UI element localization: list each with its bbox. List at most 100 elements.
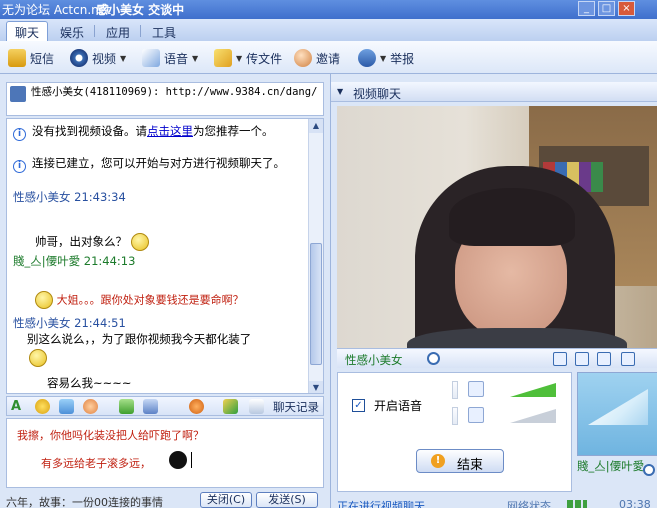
game-icon[interactable] [223, 399, 238, 414]
video-dropdown-icon[interactable]: ▼ [120, 54, 126, 63]
watermark-text: 无为论坛 Actcn.net [2, 3, 111, 17]
message-body: 大姐。。。跟你处对象要钱还是要命啊？ [56, 293, 244, 307]
self-video-preview[interactable] [577, 372, 657, 456]
shake-icon[interactable] [83, 399, 98, 414]
voice-label: 语音 [164, 51, 189, 66]
message-input[interactable]: 我擦，你他吗化装没把人给吓跑了啊？ 有多远给老子滚多远， [6, 418, 324, 488]
history-button[interactable]: 聊天记录 [273, 399, 319, 415]
chat-history[interactable]: i 没有找到视频设备。请点击这里为您推荐一个。 i 连接已建立，您可以开始与对方进行… [6, 118, 324, 394]
end-video-button[interactable]: ! 结束 [416, 449, 504, 473]
message-text: 别这么说么，，为了跟你视频我今天都化装了 [27, 332, 252, 346]
report-button[interactable]: ▼ 举报 [358, 47, 414, 69]
window-title: 感小美女 交谈中 [96, 3, 185, 17]
screenshot-icon[interactable] [143, 399, 158, 414]
file-transfer-label: 传文件 [246, 51, 283, 66]
tab-apps[interactable]: 应用 [98, 22, 138, 41]
scroll-down-icon[interactable]: ▼ [309, 381, 323, 393]
file-transfer-icon [214, 49, 232, 67]
info-icon: i [13, 128, 26, 141]
file-dropdown-icon[interactable]: ▼ [236, 54, 242, 63]
video-panel-header: ▼ 视频聊天 [331, 82, 657, 102]
input-text-line: 有多远给老子滚多远， [41, 457, 151, 470]
self-preview-logo [588, 389, 648, 425]
maximize-button[interactable]: □ [598, 1, 615, 16]
embarrassed-emoticon-icon [29, 349, 47, 367]
tab-entertainment[interactable]: 娱乐 [52, 22, 92, 41]
shy-emoticon-icon [35, 291, 53, 309]
history-icon[interactable] [249, 399, 264, 414]
speaker-volume-slider[interactable] [510, 383, 556, 397]
report-dropdown-icon[interactable]: ▼ [380, 54, 386, 63]
magic-emoticon-icon[interactable] [59, 399, 74, 414]
send-button[interactable]: 发送(S) [256, 492, 318, 508]
toolbar: 短信 视频 ▼ 语音 ▼ ▼ 传文件 邀请 ▼ 举报 [0, 41, 657, 74]
speaker-icon[interactable] [468, 381, 484, 397]
voice-dropdown-icon[interactable]: ▼ [192, 54, 198, 63]
system-message-text: 连接已建立，您可以开始与对方进行视频聊天了。 [32, 156, 285, 170]
scroll-thumb[interactable] [310, 243, 322, 365]
home-icon[interactable] [553, 352, 567, 366]
video-person-bangs [449, 188, 575, 246]
voice-checkbox-label: 开启语音 [374, 399, 423, 413]
invite-button[interactable]: 邀请 [294, 47, 340, 69]
video-status-text: 正在进行视频聊天 [337, 500, 425, 508]
music-icon[interactable] [189, 399, 204, 414]
font-icon[interactable]: A [11, 399, 26, 414]
snapshot-icon[interactable] [597, 352, 611, 366]
video-icon [70, 49, 88, 67]
system-message: i 连接已建立，您可以开始与对方进行视频聊天了。 [13, 155, 285, 173]
video-panel-title: 视频聊天 [353, 87, 402, 101]
send-image-icon[interactable] [119, 399, 134, 414]
tab-chat[interactable]: 聊天 [6, 21, 49, 41]
video-panel: ▼ 视频聊天 性感小美女 ✓ 开启语音 ! 结束 賤_亼|偠叶愛 正在进行视频聊… [330, 74, 657, 508]
tab-tools[interactable]: 工具 [144, 22, 184, 41]
sms-icon [8, 49, 26, 67]
invite-label: 邀请 [316, 51, 341, 66]
video-button[interactable]: 视频 ▼ [70, 47, 126, 69]
chat-scrollbar[interactable]: ▲ ▼ [308, 119, 323, 393]
chat-panel: 性感小美女(418110969): http://www.9384.cn/dan… [0, 74, 330, 508]
video-status-bar: 正在进行视频聊天 网络状态 03:38 [337, 498, 657, 508]
format-toolbar: A 聊天记录 [6, 396, 324, 416]
file-transfer-button[interactable]: ▼ 传文件 [214, 47, 282, 69]
self-name: 賤_亼|偠叶愛 [577, 459, 645, 473]
voice-controls: ✓ 开启语音 ! 结束 [337, 372, 572, 492]
network-status-label: 网络状态 [507, 500, 551, 508]
close-button[interactable]: × [618, 1, 635, 16]
click-here-link[interactable]: 点击这里 [147, 124, 193, 138]
message-text: 大姐。。。跟你处对象要钱还是要命啊？ [35, 291, 244, 309]
message-sender: 性感小美女 21:43:34 [13, 190, 126, 204]
bomb-emoticon-icon [169, 451, 187, 469]
microphone-icon[interactable] [468, 407, 484, 423]
picture-in-picture-icon[interactable] [575, 352, 589, 366]
close-chat-button[interactable]: 关闭(C) [200, 492, 252, 508]
voice-checkbox[interactable]: ✓ [352, 399, 365, 412]
collapse-icon[interactable]: ▼ [337, 87, 343, 96]
report-icon [358, 49, 376, 67]
title-bar: 无为论坛 Actcn.net 感小美女 交谈中 _ □ × [0, 0, 657, 19]
message-text: 容易么我~~~~ [47, 376, 132, 390]
invite-icon [294, 49, 312, 67]
minimize-button[interactable]: _ [578, 1, 595, 16]
mic-volume-slider[interactable] [510, 409, 556, 423]
scroll-up-icon[interactable]: ▲ [309, 119, 323, 133]
voice-icon [142, 49, 160, 67]
contact-status-text: 六年，故事：一份00连接的事情 [6, 496, 163, 508]
info-icon: i [13, 160, 26, 173]
message-text: 帅哥，出对象么？ [35, 233, 149, 251]
volume-level-meter [452, 381, 458, 399]
message-sender: 賤_亼|偠叶愛 21:44:13 [13, 254, 136, 268]
remote-video-feed[interactable] [337, 106, 657, 348]
fullscreen-icon[interactable] [621, 352, 635, 366]
contact-title[interactable]: 性感小美女(418110969): http://www.9384.cn/dan… [31, 85, 321, 100]
sms-button[interactable]: 短信 [8, 47, 54, 69]
message-text [29, 349, 47, 367]
voice-button[interactable]: 语音 ▼ [142, 47, 198, 69]
contact-avatar-icon [10, 86, 26, 102]
input-text-line: 我擦，你他吗化装没把人给吓跑了啊？ [17, 429, 204, 442]
smiley-emoticon-icon [130, 233, 149, 251]
sms-label: 短信 [30, 51, 55, 66]
system-message-text: 没有找到视频设备。请 [32, 124, 147, 138]
emoticon-icon[interactable] [35, 399, 50, 414]
menu-divider [140, 25, 141, 37]
